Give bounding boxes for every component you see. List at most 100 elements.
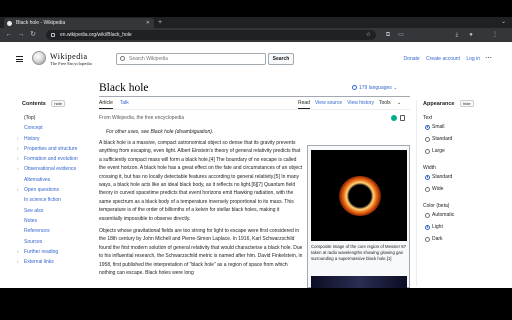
site-info-icon[interactable]	[51, 33, 55, 37]
back-icon[interactable]: ←	[4, 30, 14, 40]
secondary-image[interactable]	[311, 276, 407, 288]
good-article-icon[interactable]	[391, 115, 397, 121]
toc-item[interactable]: Alternatives	[22, 175, 92, 185]
width-option-label: Wide	[432, 186, 444, 192]
toc-item-label: (Top)	[24, 115, 36, 121]
width-option[interactable]: Wide	[423, 183, 503, 195]
new-tab-button[interactable]: +	[158, 18, 162, 28]
appearance-hide-button[interactable]: hide	[460, 100, 474, 107]
login-link[interactable]: Log in	[466, 56, 480, 62]
toc-item[interactable]: › Further reading	[17, 247, 92, 257]
browser-tab[interactable]: Black hole - Wikipedia ✕	[4, 18, 154, 28]
browser-menu-icon[interactable]: ⋮	[490, 30, 500, 40]
text-size-option[interactable]: Large	[423, 145, 503, 157]
protection-lock-icon[interactable]	[400, 115, 405, 121]
tab-search-icon[interactable]: ⌄	[501, 17, 506, 28]
language-count: 179 languages	[359, 85, 392, 91]
personal-tools-icon[interactable]: ⋯	[485, 54, 492, 62]
wikipedia-wordmark[interactable]: Wikipedia	[50, 52, 88, 61]
bookmark-star-icon[interactable]: ☆	[366, 30, 371, 40]
color-option[interactable]: Dark	[423, 233, 503, 245]
forward-icon[interactable]: →	[16, 30, 26, 40]
toc-item[interactable]: › History	[17, 134, 92, 144]
expand-chevron-icon[interactable]: ›	[17, 247, 19, 257]
toc-item-label: Further reading	[24, 248, 59, 255]
expand-chevron-icon[interactable]: ›	[17, 257, 19, 267]
toc-item[interactable]: › Formation and evolution	[17, 154, 92, 164]
tab-view-source[interactable]: View source	[315, 100, 342, 106]
chevron-down-icon: ⌄	[393, 85, 398, 91]
close-tab-icon[interactable]: ✕	[146, 18, 150, 28]
toc-title: Contents	[22, 101, 46, 107]
page-title: Black hole	[99, 82, 149, 94]
color-option[interactable]: Automatic	[423, 209, 503, 221]
search-placeholder: Search Wikipedia	[129, 56, 168, 62]
extensions-icon[interactable]: ⧉	[383, 30, 393, 40]
address-bar[interactable]: en.wikipedia.org/wiki/Black_hole ☆	[46, 30, 376, 40]
donate-link[interactable]: Donate	[404, 56, 420, 62]
table-of-contents: Contents hide (Top) Concept › History › Prope…	[17, 100, 92, 267]
text-size-option[interactable]: Standard	[423, 133, 503, 145]
toc-item[interactable]: › Properties and structure	[17, 144, 92, 154]
search-button[interactable]: Search	[268, 53, 294, 65]
toc-item[interactable]: See also	[22, 206, 92, 216]
radio-button[interactable]	[425, 148, 430, 154]
sidebar-divider	[416, 100, 417, 286]
toc-item[interactable]: In science fiction	[22, 195, 92, 205]
expand-chevron-icon[interactable]: ›	[17, 185, 19, 195]
tabs-divider	[99, 109, 410, 110]
article-body: A black hole is a massive, compact astro…	[99, 139, 303, 282]
toc-item[interactable]: References	[22, 226, 92, 236]
tab-article[interactable]: Article	[99, 100, 113, 109]
expand-chevron-icon[interactable]: ›	[17, 164, 19, 174]
toc-item[interactable]: (Top)	[22, 113, 92, 123]
toc-item-label: In science fiction	[24, 197, 61, 204]
main-menu-icon[interactable]	[16, 56, 23, 62]
black-hole-image[interactable]	[311, 150, 407, 241]
download-icon[interactable]: ⤓	[452, 30, 462, 40]
toc-heading: Contents hide	[22, 100, 92, 107]
toc-item-label: History	[24, 135, 40, 142]
expand-chevron-icon[interactable]: ›	[17, 144, 19, 154]
color-options: Automatic Light Dark	[423, 209, 503, 245]
text-size-options: Small Standard Large	[423, 121, 503, 157]
accretion-ring	[339, 176, 381, 216]
language-button[interactable]: 179 languages ⌄	[352, 85, 397, 91]
radio-button[interactable]	[425, 174, 430, 180]
radio-button[interactable]	[425, 136, 430, 142]
text-size-option[interactable]: Small	[423, 121, 503, 133]
toc-item[interactable]: › Open questions	[17, 185, 92, 195]
text-size-option-label: Large	[432, 148, 445, 154]
tools-menu[interactable]: Tools ⌄	[379, 100, 401, 106]
cast-icon[interactable]: ▭	[396, 30, 406, 40]
tab-view-history[interactable]: View history	[347, 100, 374, 106]
reload-icon[interactable]: ↻	[28, 30, 38, 40]
toc-item[interactable]: Sources	[22, 237, 92, 247]
toc-item[interactable]: Notes	[22, 216, 92, 226]
color-option[interactable]: Light	[423, 221, 503, 233]
radio-button[interactable]	[425, 124, 430, 130]
toc-hide-button[interactable]: hide	[51, 100, 65, 107]
paragraph-2: Objects whose gravitational fields are t…	[99, 228, 303, 277]
width-option[interactable]: Standard	[423, 171, 503, 183]
infobox: Composite image of the core region of Me…	[307, 145, 410, 288]
tab-talk[interactable]: Talk	[120, 100, 129, 106]
radio-button[interactable]	[425, 212, 430, 218]
toc-item[interactable]: › External links	[17, 257, 92, 267]
create-account-link[interactable]: Create account	[426, 56, 460, 62]
hatnote: For other uses, see Black hole (disambig…	[106, 129, 214, 135]
color-option-label: Automatic	[432, 212, 455, 218]
radio-button[interactable]	[425, 236, 430, 242]
radio-button[interactable]	[425, 224, 430, 230]
radio-button[interactable]	[425, 186, 430, 192]
toc-item[interactable]: Concept	[22, 123, 92, 133]
tab-read[interactable]: Read	[298, 100, 310, 109]
profile-icon[interactable]: ●	[466, 30, 476, 40]
search-input[interactable]: Search Wikipedia	[116, 53, 266, 65]
wikipedia-logo-icon[interactable]	[32, 51, 46, 65]
expand-chevron-icon[interactable]: ›	[17, 154, 19, 164]
site-subtitle: From Wikipedia, the free encyclopedia	[99, 115, 185, 121]
text-size-option-label: Small	[432, 124, 445, 130]
expand-chevron-icon[interactable]: ›	[17, 134, 19, 144]
toc-item[interactable]: › Observational evidence	[17, 164, 92, 174]
